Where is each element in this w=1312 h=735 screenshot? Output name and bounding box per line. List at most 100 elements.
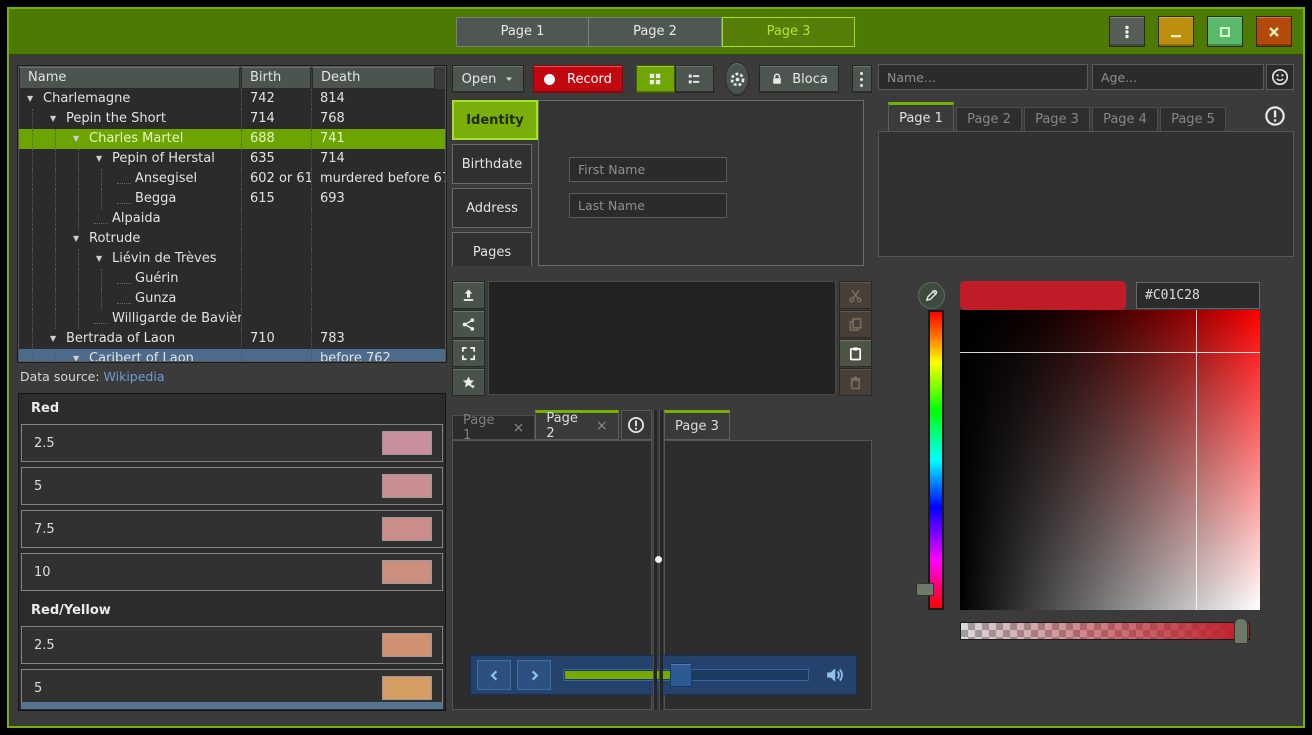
tree-name-text: Charlemagne xyxy=(43,89,130,109)
first-name-field[interactable] xyxy=(569,157,727,182)
share-button[interactable] xyxy=(452,310,485,338)
tree-row[interactable]: ▼Liévin de Trèves xyxy=(19,249,445,269)
title-tab-page-2[interactable]: Page 2 xyxy=(589,17,722,47)
tree-row[interactable]: ▼Charlemagne742814 xyxy=(19,89,445,109)
tab-page-3[interactable]: Page 3 xyxy=(664,410,730,440)
tab-page-1[interactable]: Page 1 xyxy=(888,102,954,132)
tab-alert-button[interactable] xyxy=(621,410,652,440)
palette-item-label: 7.5 xyxy=(34,522,55,537)
title-tab-page-3[interactable]: Page 3 xyxy=(722,17,855,47)
paste-button[interactable] xyxy=(839,339,872,367)
expander-icon[interactable]: ▼ xyxy=(73,349,89,362)
delete-button[interactable] xyxy=(839,368,872,396)
tree-row[interactable]: ▼Caribert of Laonbefore 762 xyxy=(19,349,445,362)
expander-icon[interactable]: ▼ xyxy=(73,129,89,149)
emoji-button[interactable] xyxy=(1266,64,1294,90)
close-button[interactable] xyxy=(1256,16,1292,47)
tree-row[interactable]: Ansegisel602 or 610murdered before 679 xyxy=(19,169,445,189)
tab-address[interactable]: Address xyxy=(452,188,532,228)
tree-row[interactable]: ▼Rotrude xyxy=(19,229,445,249)
palette-item[interactable]: 10 xyxy=(21,553,443,591)
tab-birthdate[interactable]: Birthdate xyxy=(452,144,532,184)
eyedropper-button[interactable] xyxy=(918,282,945,309)
alpha-handle[interactable] xyxy=(1234,618,1248,644)
open-button[interactable]: Open xyxy=(452,65,524,93)
name-input[interactable] xyxy=(878,64,1088,90)
tab-page-2[interactable]: Page 2 xyxy=(956,107,1022,132)
tab-page-4[interactable]: Page 4 xyxy=(1092,107,1158,132)
cut-button[interactable] xyxy=(839,281,872,309)
palette-item[interactable]: 2.5 xyxy=(21,424,443,462)
age-input[interactable] xyxy=(1092,64,1264,90)
last-name-field[interactable] xyxy=(569,193,727,218)
copy-button[interactable] xyxy=(839,310,872,338)
kebab-icon xyxy=(1119,24,1135,40)
tree-row[interactable]: Willigarde de Bavière xyxy=(19,309,445,329)
expander-icon[interactable]: ▼ xyxy=(27,89,43,109)
menu-button[interactable] xyxy=(1109,16,1145,47)
tab-page-5[interactable]: Page 5 xyxy=(1160,107,1226,132)
expander-icon[interactable]: ▼ xyxy=(50,109,66,129)
star-new-button[interactable] xyxy=(452,368,485,396)
palette-item[interactable]: 2.5 xyxy=(21,626,443,664)
title-tab-page-1[interactable]: Page 1 xyxy=(456,17,589,47)
tree-cell-death: 814 xyxy=(311,89,445,109)
tab-page-3[interactable]: Page 3 xyxy=(1024,107,1090,132)
alert-icon xyxy=(627,416,645,434)
tab-page-2[interactable]: Page 2× xyxy=(535,410,618,440)
palette-item[interactable]: 5 xyxy=(21,467,443,505)
alpha-slider[interactable] xyxy=(960,622,1250,640)
share-icon xyxy=(461,317,476,332)
previous-button[interactable] xyxy=(477,660,511,690)
expander-icon[interactable]: ▼ xyxy=(50,329,66,349)
fullscreen-button[interactable] xyxy=(452,339,485,367)
palette-item[interactable]: 7.5 xyxy=(21,510,443,548)
tree-row[interactable]: ▼Charles Martel688741 xyxy=(19,129,445,149)
tree-column-header-birth[interactable]: Birth xyxy=(241,67,311,89)
tab-page-1[interactable]: Page 1× xyxy=(452,415,535,440)
expander-icon[interactable]: ▼ xyxy=(96,249,112,269)
wikipedia-link[interactable]: Wikipedia xyxy=(104,369,165,384)
lock-button[interactable]: Bloca xyxy=(759,65,839,93)
tree-cell-name: ▼Caribert of Laon xyxy=(19,349,241,362)
tree-column-header-name[interactable]: Name xyxy=(19,67,240,89)
hex-input[interactable] xyxy=(1136,282,1260,309)
speaker-icon[interactable] xyxy=(824,665,844,685)
upload-button[interactable] xyxy=(452,281,485,309)
record-button[interactable]: Record xyxy=(533,65,623,93)
tree-name-text: Begga xyxy=(135,189,176,209)
lock-button-label: Bloca xyxy=(792,72,828,87)
palette-item-swatch xyxy=(382,676,432,700)
tree-row[interactable]: ▼Pepin the Short714768 xyxy=(19,109,445,129)
hue-handle[interactable] xyxy=(916,583,934,596)
settings-button[interactable] xyxy=(725,62,749,96)
maximize-button[interactable] xyxy=(1207,16,1243,47)
tree-row[interactable]: ▼Pepin of Herstal635714 xyxy=(19,149,445,169)
expander-icon[interactable]: ▼ xyxy=(96,149,112,169)
close-tab-icon[interactable]: × xyxy=(596,418,608,434)
list-view-button[interactable] xyxy=(675,65,714,93)
tab-identity[interactable]: Identity xyxy=(452,100,538,140)
minimize-button[interactable] xyxy=(1158,16,1194,47)
slider-handle[interactable] xyxy=(670,663,692,687)
saturation-value-square[interactable] xyxy=(960,310,1260,610)
next-button[interactable] xyxy=(517,660,551,690)
progress-slider[interactable] xyxy=(563,669,809,681)
tree-column-header-death[interactable]: Death xyxy=(312,67,435,89)
tab-pages[interactable]: Pages xyxy=(452,232,532,266)
hue-slider[interactable] xyxy=(928,310,944,610)
tree-name-text: Guérin xyxy=(135,269,179,289)
grid-view-button[interactable] xyxy=(636,65,675,93)
tree-row[interactable]: Begga615693 xyxy=(19,189,445,209)
tree-row[interactable]: ▼Bertrada of Laon710783 xyxy=(19,329,445,349)
close-tab-icon[interactable]: × xyxy=(513,420,525,436)
toolbar-menu-button[interactable] xyxy=(852,65,872,93)
tree-row[interactable]: Alpaida xyxy=(19,209,445,229)
splitter-handle-dot[interactable] xyxy=(655,556,662,563)
horizontal-scrollbar[interactable] xyxy=(21,702,443,709)
tree-row[interactable]: Guérin xyxy=(19,269,445,289)
people-page-panel xyxy=(878,131,1294,257)
expander-icon[interactable]: ▼ xyxy=(73,229,89,249)
pages-alert-icon[interactable] xyxy=(1264,105,1286,127)
tree-row[interactable]: Gunza xyxy=(19,289,445,309)
